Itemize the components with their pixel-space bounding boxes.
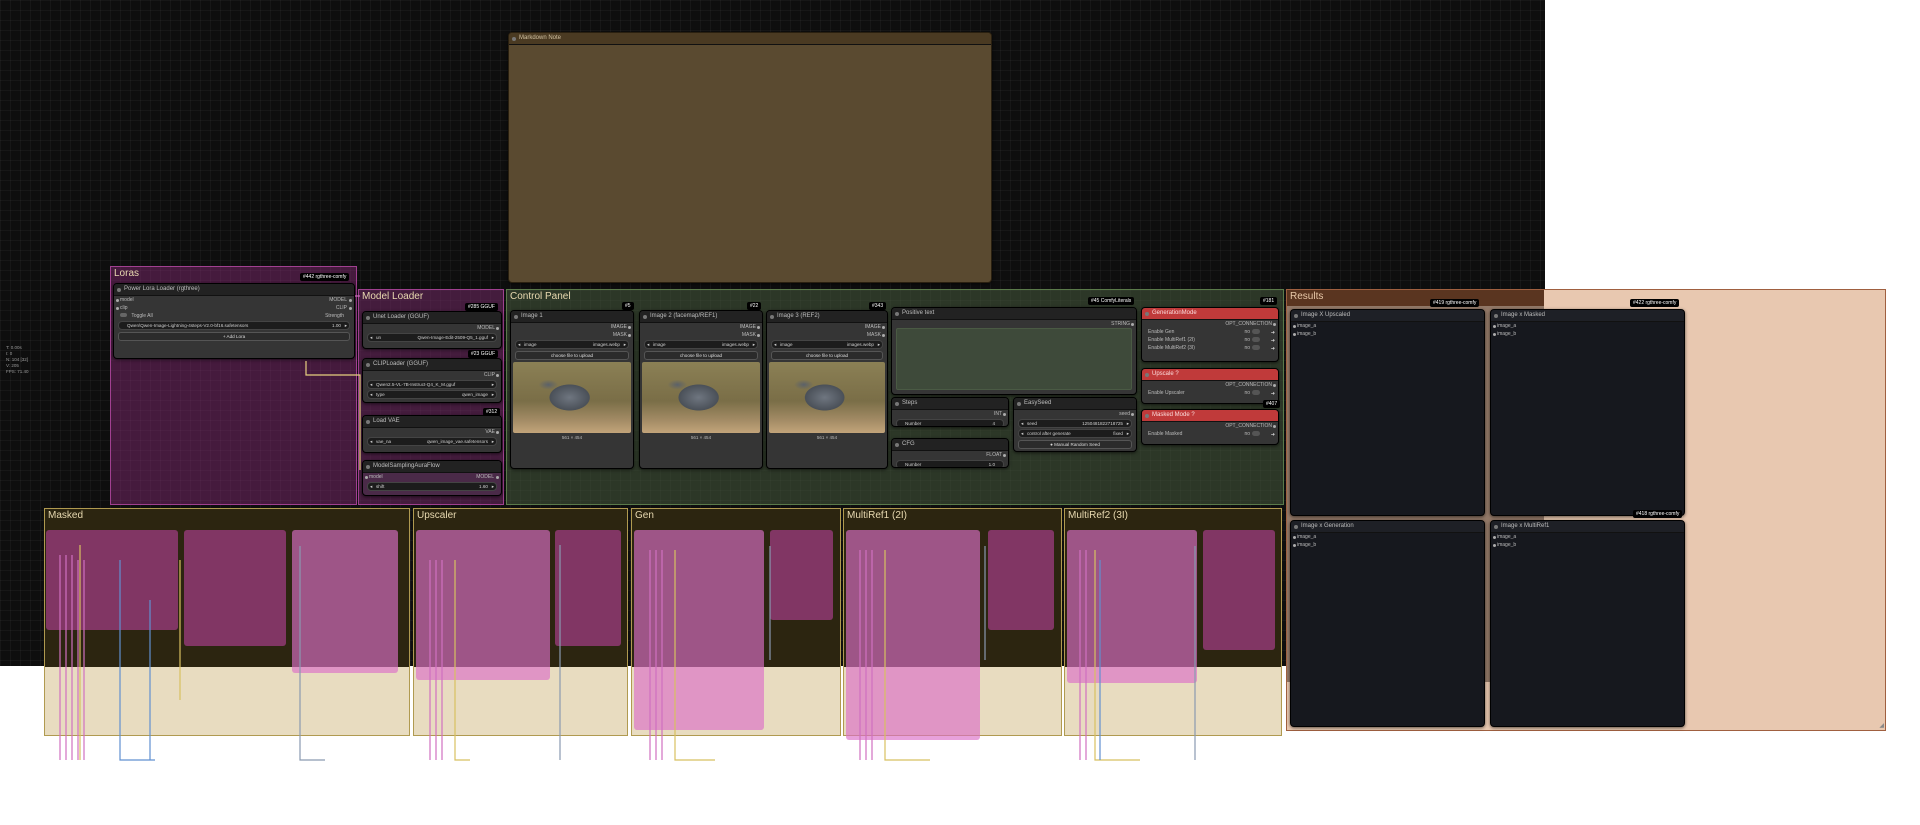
- connection-wires: [59, 295, 1196, 761]
